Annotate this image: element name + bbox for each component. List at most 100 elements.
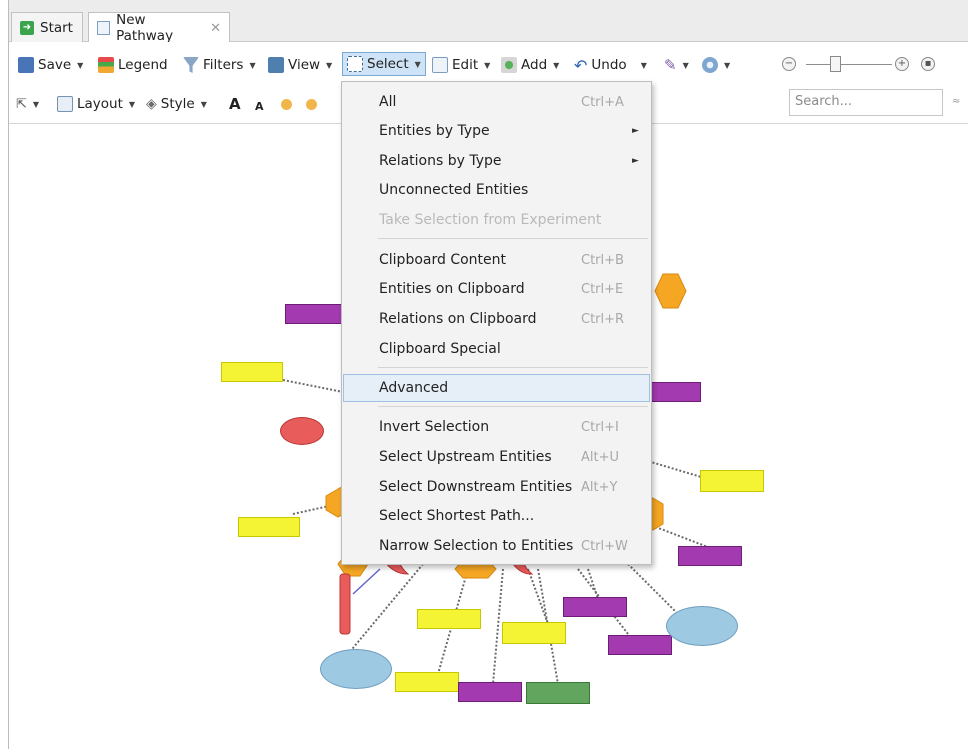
tools-button[interactable]: ✎ ▼ <box>664 54 689 76</box>
menu-item-select-downstream-entities[interactable]: Select Downstream Entities Alt+Y <box>343 473 650 501</box>
menu-item-clipboard-special[interactable]: Clipboard Special <box>343 335 650 363</box>
menu-item-label: Narrow Selection to Entities <box>379 538 574 554</box>
save-label: Save <box>38 57 72 73</box>
view-icon <box>268 57 284 73</box>
menu-item-label: Advanced <box>379 380 449 396</box>
pointer-tool-button[interactable]: ⇱ ▼ <box>16 93 39 115</box>
font-decrease-button[interactable]: A <box>255 95 264 117</box>
pathway-node-green[interactable] <box>526 682 590 704</box>
edit-icon <box>432 57 448 73</box>
node-grow-icon <box>281 98 292 110</box>
font-increase-icon: A <box>229 95 241 113</box>
node-size-up-button[interactable] <box>281 93 292 115</box>
selection-icon <box>347 56 363 72</box>
chevron-down-icon: ▼ <box>724 60 731 70</box>
filter-icon <box>183 57 199 73</box>
pathway-node-blue[interactable] <box>320 649 392 689</box>
chevron-down-icon: ▼ <box>249 60 256 70</box>
menu-item-shortcut: Ctrl+R <box>581 311 625 327</box>
pathway-node-purple[interactable] <box>285 304 345 324</box>
add-button[interactable]: Add ▼ <box>501 54 559 76</box>
zoom-slider-thumb[interactable] <box>830 56 841 72</box>
font-decrease-icon: A <box>255 99 264 113</box>
save-icon <box>18 57 34 73</box>
pathway-node-blue[interactable] <box>666 606 738 646</box>
menu-separator <box>378 238 648 239</box>
menu-item-relations-by-type[interactable]: Relations by Type ► <box>343 147 650 175</box>
legend-button[interactable]: Legend <box>98 54 168 76</box>
menu-item-advanced[interactable]: Advanced <box>343 374 650 402</box>
menu-item-label: Select Downstream Entities <box>379 479 573 495</box>
layout-button[interactable]: Layout ▼ <box>57 93 135 115</box>
pathway-node-red[interactable] <box>280 417 324 445</box>
menu-item-unconnected-entities[interactable]: Unconnected Entities <box>343 176 650 204</box>
menu-item-label: Select Shortest Path... <box>379 508 535 524</box>
pathway-node-purple[interactable] <box>563 597 627 617</box>
pathway-node-purple[interactable] <box>608 635 672 655</box>
search-input[interactable]: Search... <box>789 89 943 116</box>
chevron-down-icon: ▼ <box>484 60 491 70</box>
add-icon <box>501 57 517 73</box>
menu-item-clipboard-content[interactable]: Clipboard Content Ctrl+B <box>343 246 650 274</box>
chevron-down-icon: ▼ <box>77 60 84 70</box>
select-menu: All Ctrl+A Entities by Type ► Relations … <box>341 81 652 565</box>
zoom-in-icon[interactable]: + <box>895 57 909 71</box>
menu-item-label: Entities by Type <box>379 123 490 139</box>
zoom-out-icon[interactable]: − <box>782 57 796 71</box>
pathway-node-purple[interactable] <box>458 682 522 702</box>
menu-item-label: Entities on Clipboard <box>379 281 525 297</box>
font-increase-button[interactable]: A <box>229 93 241 115</box>
chevron-down-icon: ▼ <box>128 99 136 109</box>
pathway-node-yellow[interactable] <box>238 517 300 537</box>
pathway-node-purple[interactable] <box>651 382 701 402</box>
pathway-node-yellow[interactable] <box>502 622 566 644</box>
menu-item-invert-selection[interactable]: Invert Selection Ctrl+I <box>343 413 650 441</box>
view-button[interactable]: View ▼ <box>268 54 332 76</box>
submenu-arrow-icon: ► <box>632 126 639 136</box>
menu-item-entities-by-type[interactable]: Entities by Type ► <box>343 117 650 145</box>
style-button[interactable]: ◈ Style ▼ <box>146 93 207 115</box>
menu-item-label: Clipboard Special <box>379 341 501 357</box>
edit-button[interactable]: Edit ▼ <box>432 54 490 76</box>
menu-separator <box>378 367 648 368</box>
collapse-chevron-icon[interactable]: ≈ <box>952 96 960 107</box>
filters-button[interactable]: Filters ▼ <box>183 54 256 76</box>
zoom-slider-track[interactable] <box>806 64 892 65</box>
menu-item-relations-on-clipboard[interactable]: Relations on Clipboard Ctrl+R <box>343 305 650 333</box>
add-label: Add <box>521 57 548 73</box>
undo-button[interactable]: ↶ Undo ▼ <box>574 54 647 76</box>
settings-button[interactable]: ▼ <box>702 54 730 76</box>
node-size-down-button[interactable] <box>306 93 317 115</box>
wand-icon: ✎ <box>664 56 677 74</box>
save-button[interactable]: Save ▼ <box>18 54 83 76</box>
pathway-node-yellow[interactable] <box>395 672 459 692</box>
menu-item-select-shortest-path[interactable]: Select Shortest Path... <box>343 502 650 530</box>
menu-item-narrow-selection-to-entities[interactable]: Narrow Selection to Entities Ctrl+W <box>343 532 650 560</box>
node-shrink-icon <box>306 98 317 110</box>
pointer-icon: ⇱ <box>16 96 27 112</box>
menu-item-label: Invert Selection <box>379 419 490 435</box>
menu-item-all[interactable]: All Ctrl+A <box>343 88 650 116</box>
menu-item-select-upstream-entities[interactable]: Select Upstream Entities Alt+U <box>343 443 650 471</box>
pathway-node-purple[interactable] <box>678 546 742 566</box>
fit-view-icon[interactable]: ▪ <box>921 57 935 71</box>
undo-label: Undo <box>591 57 627 73</box>
menu-item-entities-on-clipboard[interactable]: Entities on Clipboard Ctrl+E <box>343 275 650 303</box>
paint-bucket-icon: ◈ <box>146 96 157 112</box>
menu-item-shortcut: Alt+Y <box>581 479 618 495</box>
undo-icon: ↶ <box>574 55 588 75</box>
pathway-node-yellow[interactable] <box>221 362 283 382</box>
chevron-down-icon: ▼ <box>640 60 647 70</box>
menu-item-shortcut: Ctrl+W <box>581 538 628 554</box>
submenu-arrow-icon: ► <box>632 156 639 166</box>
menu-item-label: Relations on Clipboard <box>379 311 537 327</box>
layout-label: Layout <box>77 96 123 112</box>
legend-icon <box>98 57 114 73</box>
pathway-node-yellow[interactable] <box>700 470 764 492</box>
select-button[interactable]: Select ▼ <box>342 52 426 76</box>
menu-item-take-selection-from-experiment: Take Selection from Experiment <box>343 206 650 234</box>
menu-item-label: Clipboard Content <box>379 252 506 268</box>
select-label: Select <box>367 56 409 72</box>
chevron-down-icon: ▼ <box>682 60 689 70</box>
pathway-node-yellow[interactable] <box>417 609 481 629</box>
